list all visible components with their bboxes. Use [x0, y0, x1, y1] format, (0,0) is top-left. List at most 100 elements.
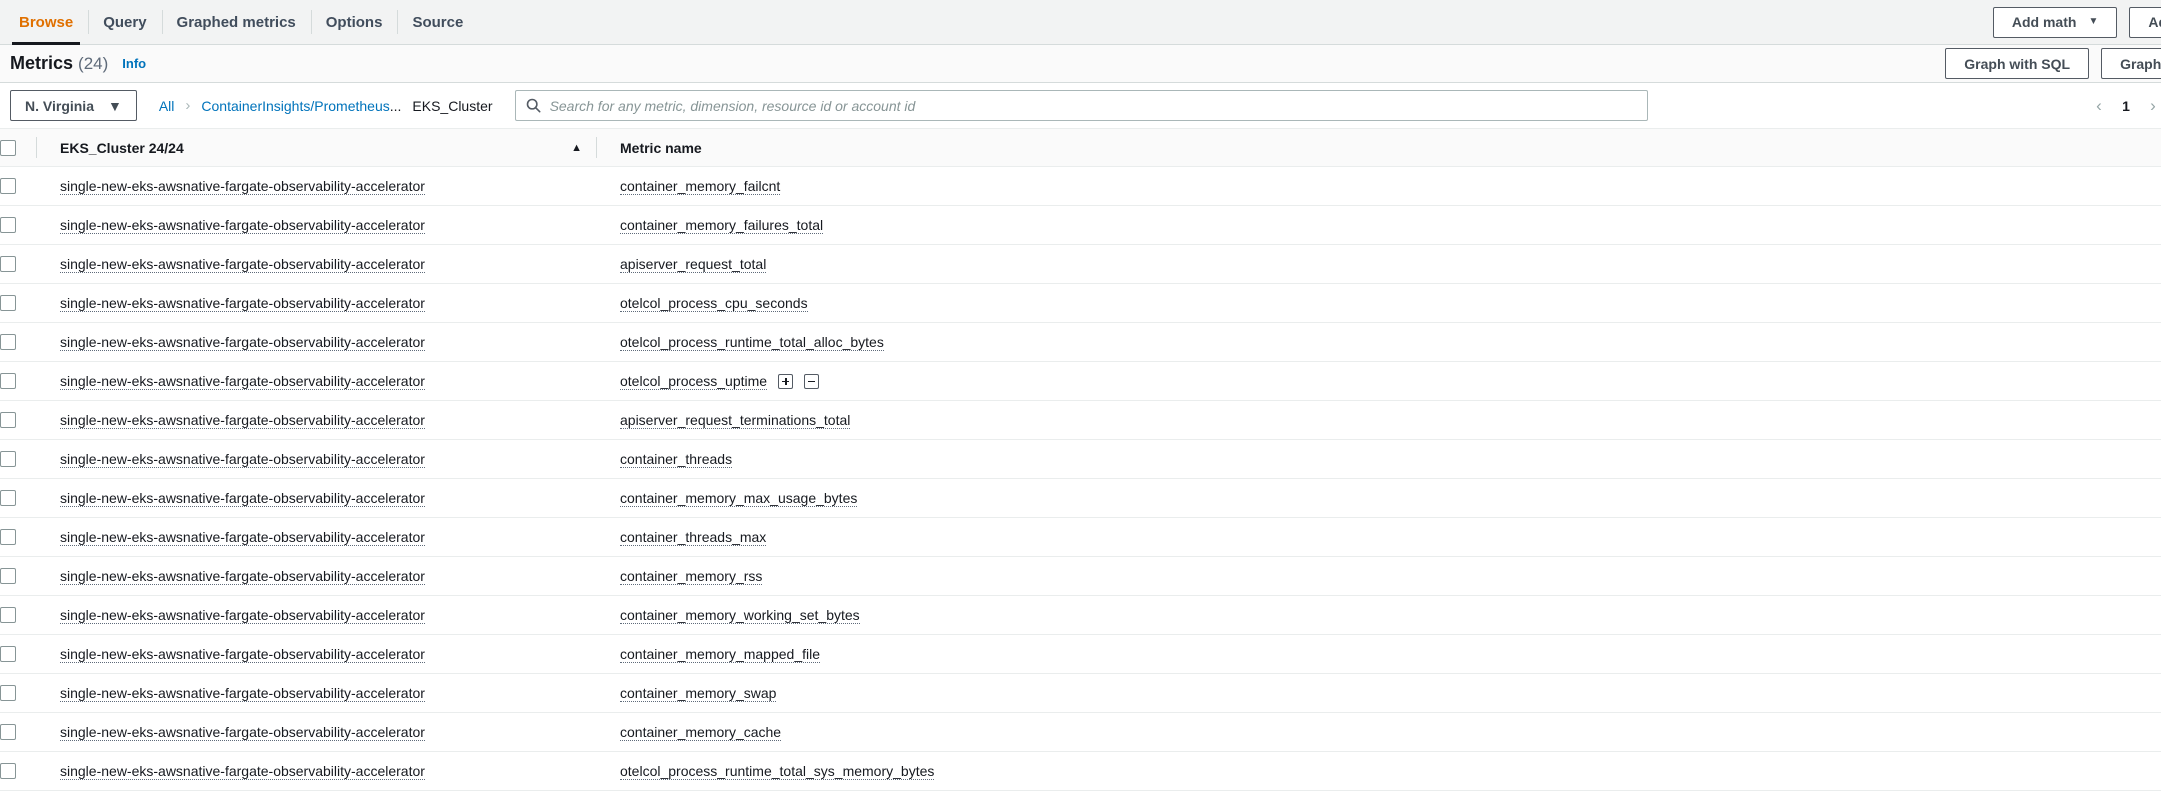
select-all-checkbox[interactable]: [0, 139, 16, 156]
metric-name[interactable]: container_memory_rss: [620, 568, 763, 585]
table-row[interactable]: single-new-eks-awsnative-fargate-observa…: [0, 283, 2161, 323]
cluster-value[interactable]: single-new-eks-awsnative-fargate-observa…: [60, 529, 425, 546]
graph-with-sql-button[interactable]: Graph with SQL: [1945, 48, 2090, 79]
tab-graphed-metrics[interactable]: Graphed metrics: [161, 0, 311, 44]
cluster-value[interactable]: single-new-eks-awsnative-fargate-observa…: [60, 334, 425, 351]
table-row[interactable]: single-new-eks-awsnative-fargate-observa…: [0, 634, 2161, 674]
metric-cell: container_memory_failures_total: [596, 205, 2161, 245]
column-header-metric[interactable]: Metric name: [596, 128, 2161, 167]
metric-name[interactable]: container_threads_max: [620, 529, 767, 546]
metric-name[interactable]: container_memory_cache: [620, 724, 782, 741]
column-header-cluster[interactable]: EKS_Cluster 24/24 ▲: [36, 128, 596, 167]
row-checkbox[interactable]: [0, 217, 16, 233]
cluster-value[interactable]: single-new-eks-awsnative-fargate-observa…: [60, 763, 425, 780]
metric-name[interactable]: container_memory_working_set_bytes: [620, 607, 860, 624]
info-link[interactable]: Info: [122, 56, 146, 71]
row-checkbox[interactable]: [0, 373, 16, 389]
metric-name[interactable]: otelcol_process_cpu_seconds: [620, 295, 808, 312]
row-checkbox[interactable]: [0, 763, 16, 779]
title-row-actions: Graph with SQL Graph sear: [1945, 48, 2161, 79]
table-row[interactable]: single-new-eks-awsnative-fargate-observa…: [0, 322, 2161, 362]
row-select-cell: [0, 673, 36, 713]
tab-query[interactable]: Query: [88, 0, 161, 44]
row-checkbox[interactable]: [0, 334, 16, 350]
remove-from-graph-icon[interactable]: [804, 373, 820, 389]
table-row[interactable]: single-new-eks-awsnative-fargate-observa…: [0, 517, 2161, 557]
metric-name-wrapper: container_threads: [620, 451, 2161, 468]
cluster-value[interactable]: single-new-eks-awsnative-fargate-observa…: [60, 256, 425, 273]
table-row[interactable]: single-new-eks-awsnative-fargate-observa…: [0, 556, 2161, 596]
row-select-cell: [0, 712, 36, 752]
breadcrumb-item-namespace[interactable]: ContainerInsights/Prometheus: [201, 98, 389, 114]
select-all-header: [0, 128, 36, 167]
pagination-previous-icon[interactable]: ‹: [2083, 96, 2115, 116]
region-selector[interactable]: N. Virginia ▼: [10, 90, 137, 121]
table-row[interactable]: single-new-eks-awsnative-fargate-observa…: [0, 595, 2161, 635]
cluster-value[interactable]: single-new-eks-awsnative-fargate-observa…: [60, 412, 425, 429]
table-row[interactable]: single-new-eks-awsnative-fargate-observa…: [0, 244, 2161, 284]
metric-name[interactable]: apiserver_request_total: [620, 256, 767, 273]
cluster-value[interactable]: single-new-eks-awsnative-fargate-observa…: [60, 724, 425, 741]
row-checkbox[interactable]: [0, 451, 16, 467]
metric-name[interactable]: otelcol_process_runtime_total_alloc_byte…: [620, 334, 884, 351]
row-checkbox[interactable]: [0, 529, 16, 545]
search-input[interactable]: Search for any metric, dimension, resour…: [514, 90, 1648, 121]
tab-source[interactable]: Source: [397, 0, 478, 44]
table-row[interactable]: single-new-eks-awsnative-fargate-observa…: [0, 166, 2161, 206]
graph-search-button[interactable]: Graph sear: [2101, 48, 2161, 79]
row-checkbox[interactable]: [0, 490, 16, 506]
cluster-value[interactable]: single-new-eks-awsnative-fargate-observa…: [60, 373, 425, 390]
table-row[interactable]: single-new-eks-awsnative-fargate-observa…: [0, 400, 2161, 440]
metric-name[interactable]: container_memory_mapped_file: [620, 646, 820, 663]
metric-name[interactable]: container_memory_max_usage_bytes: [620, 490, 858, 507]
add-math-button[interactable]: Add math ▼: [1992, 6, 2118, 38]
row-checkbox[interactable]: [0, 607, 16, 623]
pagination-page-1[interactable]: 1: [2115, 98, 2137, 114]
cluster-value[interactable]: single-new-eks-awsnative-fargate-observa…: [60, 607, 425, 624]
cluster-cell: single-new-eks-awsnative-fargate-observa…: [36, 322, 596, 362]
table-row[interactable]: single-new-eks-awsnative-fargate-observa…: [0, 712, 2161, 752]
metric-name-wrapper: otelcol_process_cpu_seconds: [620, 295, 2161, 312]
tab-browse[interactable]: Browse: [4, 0, 88, 45]
cluster-value[interactable]: single-new-eks-awsnative-fargate-observa…: [60, 295, 425, 312]
metric-name[interactable]: apiserver_request_terminations_total: [620, 412, 851, 429]
table-row[interactable]: single-new-eks-awsnative-fargate-observa…: [0, 673, 2161, 713]
breadcrumb-item-all[interactable]: All: [159, 98, 175, 114]
metric-name[interactable]: container_memory_swap: [620, 685, 777, 702]
row-select-cell: [0, 361, 36, 401]
breadcrumb: All › ContainerInsights/Prometheus... EK…: [159, 97, 493, 114]
cluster-value[interactable]: single-new-eks-awsnative-fargate-observa…: [60, 646, 425, 663]
tab-options[interactable]: Options: [310, 0, 398, 44]
metric-name[interactable]: container_threads: [620, 451, 733, 468]
row-checkbox[interactable]: [0, 178, 16, 194]
cluster-value[interactable]: single-new-eks-awsnative-fargate-observa…: [60, 490, 425, 507]
metric-name[interactable]: container_memory_failcnt: [620, 178, 781, 195]
add-query-button[interactable]: Add q: [2129, 6, 2161, 38]
row-checkbox[interactable]: [0, 646, 16, 662]
metric-name-wrapper: otelcol_process_runtime_total_alloc_byte…: [620, 334, 2161, 351]
row-select-cell: [0, 595, 36, 635]
table-row[interactable]: single-new-eks-awsnative-fargate-observa…: [0, 205, 2161, 245]
metric-name[interactable]: otelcol_process_uptime: [620, 373, 768, 390]
add-to-graph-icon[interactable]: [778, 373, 794, 389]
cluster-value[interactable]: single-new-eks-awsnative-fargate-observa…: [60, 451, 425, 468]
cluster-value[interactable]: single-new-eks-awsnative-fargate-observa…: [60, 568, 425, 585]
row-checkbox[interactable]: [0, 412, 16, 428]
metric-name-wrapper: container_memory_working_set_bytes: [620, 607, 2161, 624]
row-checkbox[interactable]: [0, 295, 16, 311]
cluster-cell: single-new-eks-awsnative-fargate-observa…: [36, 205, 596, 245]
metric-name[interactable]: otelcol_process_runtime_total_sys_memory…: [620, 763, 935, 780]
pagination-next-icon[interactable]: ›: [2137, 96, 2161, 116]
row-checkbox[interactable]: [0, 568, 16, 584]
row-checkbox[interactable]: [0, 256, 16, 272]
table-row[interactable]: single-new-eks-awsnative-fargate-observa…: [0, 751, 2161, 791]
table-row[interactable]: single-new-eks-awsnative-fargate-observa…: [0, 361, 2161, 401]
cluster-value[interactable]: single-new-eks-awsnative-fargate-observa…: [60, 178, 425, 195]
row-checkbox[interactable]: [0, 724, 16, 740]
metric-name[interactable]: container_memory_failures_total: [620, 217, 824, 234]
table-row[interactable]: single-new-eks-awsnative-fargate-observa…: [0, 478, 2161, 518]
cluster-value[interactable]: single-new-eks-awsnative-fargate-observa…: [60, 217, 425, 234]
row-checkbox[interactable]: [0, 685, 16, 701]
metric-cell: container_memory_failcnt: [596, 166, 2161, 206]
table-row[interactable]: single-new-eks-awsnative-fargate-observa…: [0, 439, 2161, 479]
